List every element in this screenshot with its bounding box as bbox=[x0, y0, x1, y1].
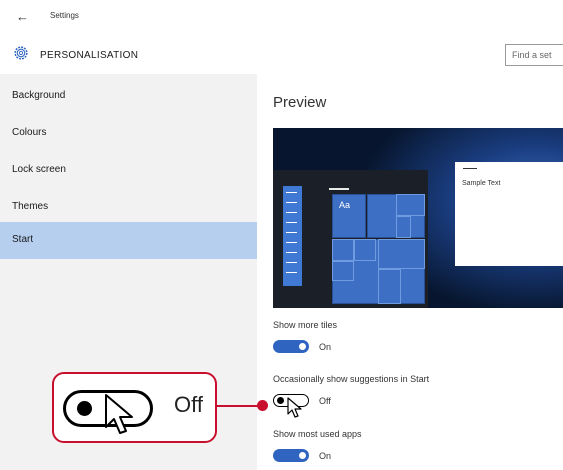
preview-window: Sample Text bbox=[455, 162, 563, 266]
callout-connector bbox=[217, 405, 261, 407]
page-header: PERSONALISATION Find a set bbox=[0, 34, 563, 74]
callout-dot bbox=[257, 400, 268, 411]
sidebar-item-background[interactable]: Background bbox=[0, 78, 257, 115]
toggle-state-suggestions: Off bbox=[319, 396, 331, 406]
toggle-state-more-tiles: On bbox=[319, 342, 332, 352]
preview-tile-label: Aa bbox=[339, 200, 351, 210]
preview-sample-text: Sample Text bbox=[462, 180, 501, 187]
page-title: PERSONALISATION bbox=[40, 50, 139, 61]
toggle-most-used-apps[interactable] bbox=[273, 449, 309, 462]
setting-label-more-tiles: Show more tiles bbox=[273, 320, 338, 330]
sidebar-item-colours[interactable]: Colours bbox=[0, 115, 257, 152]
setting-label-suggestions: Occasionally show suggestions in Start bbox=[273, 374, 430, 384]
preview-start-menu: Aa bbox=[273, 170, 428, 308]
title-bar: ← Settings bbox=[0, 0, 563, 34]
toggle-state-most-used-apps: On bbox=[319, 451, 332, 461]
preview-menu-header bbox=[329, 188, 349, 190]
sidebar-item-themes[interactable]: Themes bbox=[0, 189, 257, 226]
back-arrow-icon[interactable]: ← bbox=[16, 9, 29, 24]
preview-tiles: Aa bbox=[332, 194, 426, 304]
preview-tile-aa: Aa bbox=[332, 194, 366, 238]
preview-app-list bbox=[283, 186, 302, 286]
setting-label-most-used-apps: Show most used apps bbox=[273, 429, 362, 439]
preview-heading: Preview bbox=[273, 94, 327, 111]
mouse-pointer-icon bbox=[105, 394, 133, 434]
toggle-more-tiles[interactable] bbox=[273, 340, 309, 353]
window-title: Settings bbox=[50, 11, 79, 20]
callout-state-label: Off bbox=[174, 392, 203, 417]
start-preview: Aa Sample Text bbox=[273, 128, 563, 308]
gear-icon bbox=[14, 46, 28, 60]
search-input[interactable]: Find a set bbox=[505, 44, 563, 66]
sidebar-item-lock-screen[interactable]: Lock screen bbox=[0, 152, 257, 189]
mouse-pointer-icon bbox=[287, 397, 302, 418]
sidebar-item-start[interactable]: Start bbox=[0, 222, 257, 259]
